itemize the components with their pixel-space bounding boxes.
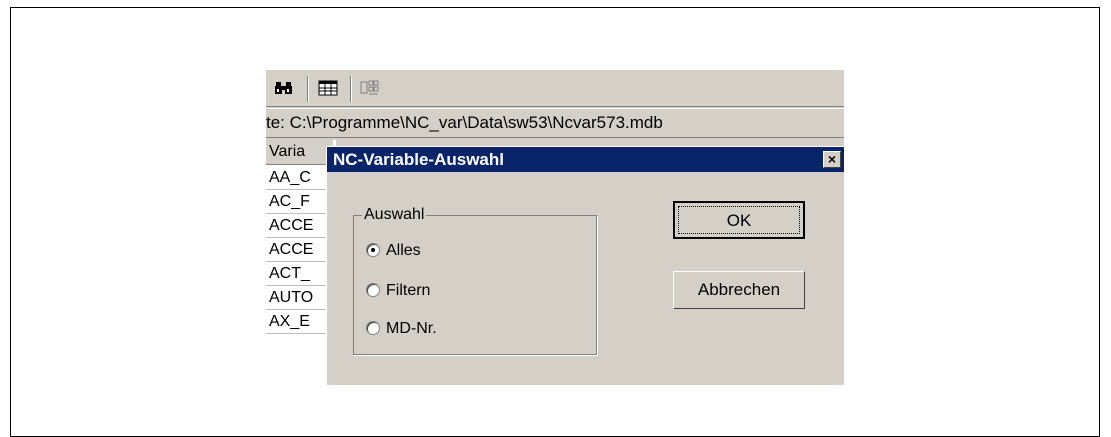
radio-alles[interactable]: Alles [366, 240, 421, 262]
binoculars-icon[interactable] [274, 80, 294, 96]
radio-checked-icon[interactable] [366, 242, 380, 257]
auswahl-group: Auswahl Alles Filtern MD-Nr. [353, 206, 597, 355]
dialog-titlebar[interactable]: NC-Variable-Auswahl × [327, 147, 844, 172]
application-window: te: C:\Programme\NC_var\Data\sw53\Ncvar5… [266, 70, 844, 386]
toolbar [266, 70, 844, 107]
list-item[interactable]: ACCE [266, 214, 330, 238]
nc-variable-dialog: NC-Variable-Auswahl × Auswahl Alles Filt… [326, 146, 844, 386]
radio-filtern[interactable]: Filtern [366, 280, 430, 302]
dialog-title: NC-Variable-Auswahl [333, 150, 504, 169]
list-item[interactable]: AC_F [266, 190, 330, 214]
database-path-label: te: C:\Programme\NC_var\Data\sw53\Ncvar5… [266, 108, 844, 138]
table-icon[interactable] [318, 80, 338, 96]
list-item[interactable]: ACT_ [266, 262, 330, 286]
list-item[interactable]: AX_E [266, 310, 330, 334]
cancel-button-label: Abbrechen [697, 280, 781, 299]
list-item[interactable]: AA_C [266, 166, 330, 190]
radio-unchecked-icon[interactable] [366, 320, 380, 335]
radio-label: Alles [386, 242, 421, 259]
radio-label: Filtern [386, 282, 431, 299]
radio-label: MD-Nr. [386, 320, 437, 337]
radio-unchecked-icon[interactable] [366, 282, 380, 297]
close-icon[interactable]: × [823, 151, 841, 168]
focus-rect [678, 206, 800, 234]
toolbar-separator [307, 76, 309, 102]
list-item[interactable]: ACCE [266, 238, 330, 262]
list-item[interactable]: AUTO [266, 286, 330, 310]
filter-icon[interactable] [360, 80, 380, 96]
cancel-button[interactable]: Abbrechen [673, 271, 805, 309]
toolbar-separator [350, 76, 352, 102]
ok-button[interactable]: OK [673, 201, 805, 239]
group-label: Auswahl [362, 206, 427, 224]
radio-md-nr[interactable]: MD-Nr. [366, 318, 437, 340]
list-column-header[interactable]: Varia [266, 140, 333, 165]
